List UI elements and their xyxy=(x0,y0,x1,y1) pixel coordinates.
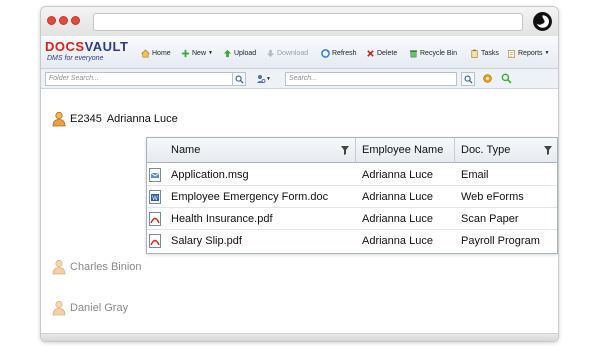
tree-item-selected[interactable]: E2345 Adrianna Luce xyxy=(52,111,178,127)
cell-doc-type: Scan Paper xyxy=(461,213,519,225)
column-header-employee-name[interactable]: Employee Name xyxy=(356,138,455,163)
filter-icon[interactable] xyxy=(544,146,552,155)
filter-icon[interactable] xyxy=(341,146,349,155)
email-file-icon xyxy=(149,168,161,182)
user-icon xyxy=(52,300,66,316)
cell-employee: Adrianna Luce xyxy=(362,235,433,247)
table-row[interactable]: Application.msg Adrianna Luce Email xyxy=(147,164,557,186)
cell-doc-type: Email xyxy=(461,169,489,181)
swirl-logo-icon xyxy=(533,12,552,31)
download-button[interactable]: Download xyxy=(266,47,308,59)
upload-label: Upload xyxy=(234,49,257,57)
minimize-window-button[interactable] xyxy=(59,16,68,25)
cell-employee: Adrianna Luce xyxy=(362,169,433,181)
home-icon xyxy=(141,49,150,57)
pdf-file-icon xyxy=(149,212,161,226)
tasks-button[interactable]: Tasks xyxy=(470,47,499,59)
chevron-down-icon: ▼ xyxy=(266,76,271,82)
delete-x-icon xyxy=(367,49,374,57)
delete-button[interactable]: Delete xyxy=(366,47,397,59)
reports-label: Reports xyxy=(518,49,543,57)
upload-arrow-icon xyxy=(223,49,232,57)
new-button[interactable]: New ▼ xyxy=(181,47,213,59)
employee-name: Charles Binion xyxy=(70,261,142,273)
maximize-window-button[interactable] xyxy=(71,16,80,25)
table-row[interactable]: Salary Slip.pdf Adrianna Luce Payroll Pr… xyxy=(147,230,557,252)
word-file-icon: W xyxy=(149,190,161,204)
home-button[interactable]: Home xyxy=(141,47,171,59)
search-row: Folder Search... ▼ Search... xyxy=(41,69,558,89)
recycle-bin-icon xyxy=(409,49,418,57)
app-window: DOCSVAULT DMS for everyone Home New ▼ Up… xyxy=(40,6,559,342)
folder-search-button[interactable] xyxy=(232,72,246,86)
recycle-bin-label: Recycle Bin xyxy=(420,49,457,57)
download-arrow-icon xyxy=(266,49,275,57)
report-icon xyxy=(508,49,515,58)
employee-name: Daniel Gray xyxy=(70,302,129,314)
employee-name: Adrianna Luce xyxy=(106,113,178,125)
logo-vault-text: VAULT xyxy=(84,39,129,54)
cell-employee: Adrianna Luce xyxy=(362,191,433,203)
delete-label: Delete xyxy=(377,49,398,57)
main-content: E2345 Adrianna Luce Name Employee Name D… xyxy=(41,89,558,341)
user-search-icon xyxy=(257,75,266,83)
user-filter-dropdown[interactable]: ▼ xyxy=(256,73,278,85)
table-row[interactable]: W Employee Emergency Form.doc Adrianna L… xyxy=(147,186,557,208)
pdf-file-icon xyxy=(149,234,161,248)
reports-button[interactable]: Reports ▼ xyxy=(507,47,549,59)
column-header-doc-type[interactable]: Doc. Type xyxy=(455,138,558,163)
recycle-bin-button[interactable]: Recycle Bin xyxy=(409,47,457,59)
close-window-button[interactable] xyxy=(47,16,56,25)
cell-name: Employee Emergency Form.doc xyxy=(171,191,329,203)
global-search-input[interactable]: Search... xyxy=(285,72,457,86)
cell-name: Application.msg xyxy=(171,169,249,181)
tree-item[interactable]: Charles Binion xyxy=(52,259,142,275)
cell-name: Salary Slip.pdf xyxy=(171,235,242,247)
magnifier-icon xyxy=(235,75,244,84)
chevron-down-icon: ▼ xyxy=(544,50,550,56)
magnifier-icon xyxy=(464,75,473,84)
cell-employee: Adrianna Luce xyxy=(362,213,433,225)
logo-tagline: DMS for everyone xyxy=(47,55,104,62)
cell-doc-type: Web eForms xyxy=(461,191,524,203)
refresh-icon xyxy=(321,48,330,58)
tasks-label: Tasks xyxy=(481,49,499,57)
employee-code: E2345 xyxy=(70,113,102,125)
gear-icon[interactable] xyxy=(482,73,493,84)
chevron-down-icon: ▼ xyxy=(208,50,213,56)
global-search-button[interactable] xyxy=(461,72,475,86)
user-icon xyxy=(52,111,66,127)
new-label: New xyxy=(192,49,207,57)
plus-icon xyxy=(181,49,190,57)
documents-grid: Name Employee Name Doc. Type Application… xyxy=(146,137,558,254)
folder-search-input[interactable]: Folder Search... xyxy=(45,72,237,86)
home-label: Home xyxy=(152,49,171,57)
browser-titlebar xyxy=(41,7,558,36)
status-bar xyxy=(41,333,558,341)
tree-item[interactable]: Daniel Gray xyxy=(52,300,128,316)
svg-text:W: W xyxy=(152,196,158,202)
cell-name: Health Insurance.pdf xyxy=(171,213,273,225)
grid-header: Name Employee Name Doc. Type xyxy=(147,138,557,163)
refresh-label: Refresh xyxy=(332,49,357,57)
docsvault-logo: DOCSVAULT DMS for everyone xyxy=(45,39,133,63)
clipboard-icon xyxy=(471,49,478,58)
table-row[interactable]: Health Insurance.pdf Adrianna Luce Scan … xyxy=(147,208,557,230)
column-header-name[interactable]: Name xyxy=(147,138,356,163)
address-bar[interactable] xyxy=(93,13,523,31)
advanced-search-icon[interactable] xyxy=(501,73,512,84)
cell-doc-type: Payroll Program xyxy=(461,235,540,247)
upload-button[interactable]: Upload xyxy=(223,47,256,59)
main-toolbar: DOCSVAULT DMS for everyone Home New ▼ Up… xyxy=(41,36,558,69)
logo-docs-text: DOCS xyxy=(45,39,85,54)
refresh-button[interactable]: Refresh xyxy=(321,47,357,59)
user-icon xyxy=(52,259,66,275)
download-label: Download xyxy=(277,49,309,57)
